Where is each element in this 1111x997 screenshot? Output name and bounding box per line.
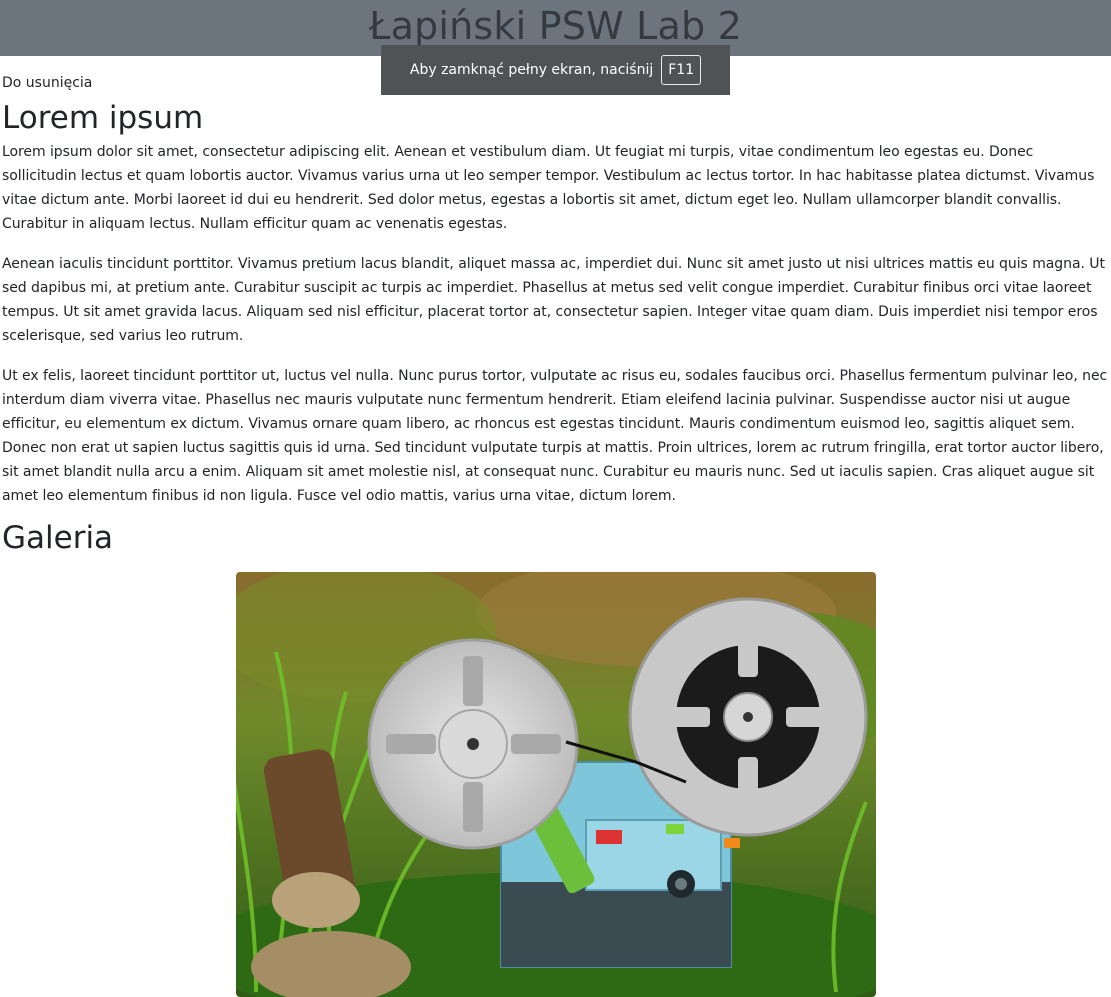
page-title: Łapiński PSW Lab 2	[369, 4, 742, 48]
film-projector-photo-icon	[236, 572, 876, 997]
fullscreen-notice-text: Aby zamknąć pełny ekran, naciśnij	[409, 62, 654, 78]
paragraph-3: Ut ex felis, laoreet tincidunt porttitor…	[2, 368, 1108, 504]
gallery-image[interactable]	[236, 572, 876, 997]
lorem-ipsum-heading: Lorem ipsum	[2, 100, 204, 136]
fullscreen-exit-notice: Aby zamknąć pełny ekran, naciśnij F11	[381, 45, 730, 95]
main-content: Do usunięcia Lorem ipsum Lorem ipsum dol…	[2, 72, 1110, 558]
gallery-heading: Galeria	[2, 520, 114, 556]
paragraph-2: Aenean iaculis tincidunt porttitor. Viva…	[2, 256, 1105, 344]
f11-key-badge: F11	[661, 55, 702, 85]
paragraph-1: Lorem ipsum dolor sit amet, consectetur …	[2, 144, 1095, 232]
